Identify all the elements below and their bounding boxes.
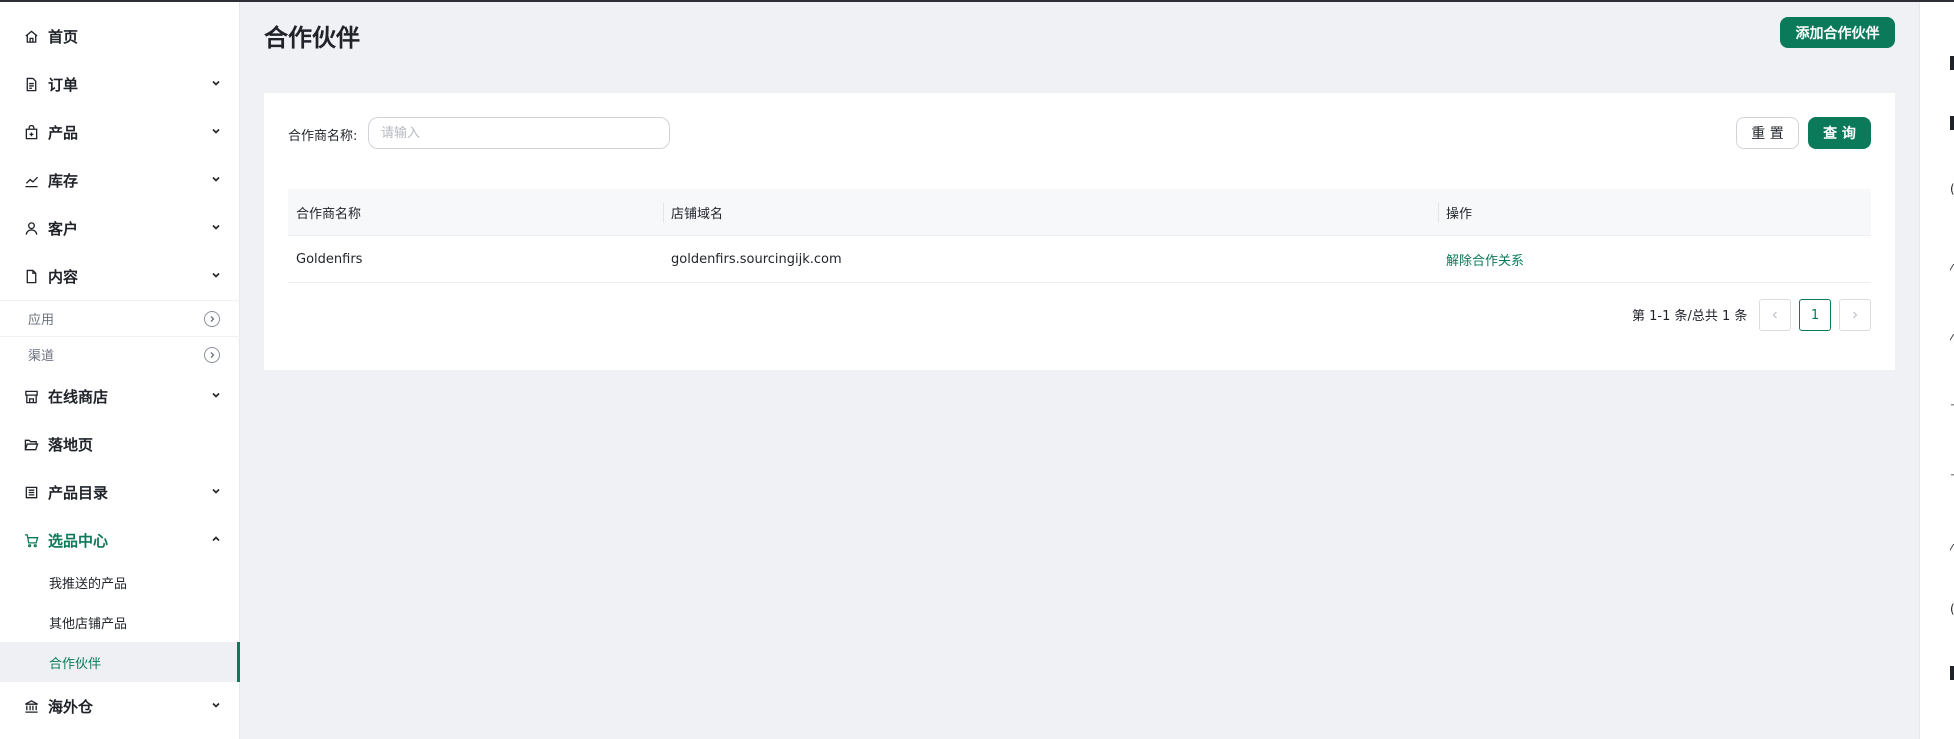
store-icon bbox=[24, 389, 39, 404]
folder-open-icon bbox=[24, 437, 39, 452]
product-bag-icon bbox=[24, 124, 39, 140]
column-header-partner-name: 合作商名称 bbox=[296, 206, 362, 222]
partners-card: 合作商名称: 重 置 查 询 合作商名称 店铺域名 操作 Goldenfirs … bbox=[264, 93, 1895, 370]
document-icon bbox=[24, 77, 39, 92]
panel-edge-icon: ( bbox=[1950, 602, 1954, 616]
column-header-actions: 操作 bbox=[1438, 189, 1871, 235]
reset-button[interactable]: 重 置 bbox=[1736, 117, 1799, 149]
cell-actions: 解除合作关系 bbox=[1438, 236, 1871, 282]
panel-edge-icon: ▌ bbox=[1950, 666, 1954, 680]
list-box-icon bbox=[24, 485, 39, 500]
prev-page-button[interactable] bbox=[1759, 299, 1791, 331]
panel-edge-icon: ⁄ bbox=[1950, 262, 1953, 276]
sidebar-subitem-label: 我推送的产品 bbox=[49, 576, 128, 592]
cell-store-domain: goldenfirs.sourcingijk.com bbox=[671, 251, 842, 267]
sidebar-group-label: 渠道 bbox=[28, 349, 55, 364]
sidebar-item-products[interactable]: 产品 bbox=[0, 112, 240, 152]
sidebar-item-label: 在线商店 bbox=[48, 387, 109, 406]
chevron-down-icon bbox=[212, 224, 220, 230]
sidebar-subitem-label: 合作伙伴 bbox=[49, 656, 102, 672]
chevron-left-icon bbox=[1772, 311, 1777, 319]
sidebar-item-label: 库存 bbox=[48, 171, 79, 190]
sidebar-subitem-label: 其他店铺产品 bbox=[49, 616, 128, 632]
circle-arrow-right-icon[interactable] bbox=[204, 311, 220, 327]
query-button[interactable]: 查 询 bbox=[1808, 117, 1871, 149]
sidebar-item-customers[interactable]: 客户 bbox=[0, 208, 240, 248]
sidebar: 首页 订单 产品 库存 客户 内容 应用 渠道 在线商店 落地页 产品目录 选品… bbox=[0, 2, 240, 739]
sidebar-subitem-pushed-products[interactable]: 我推送的产品 bbox=[0, 562, 240, 602]
sidebar-item-label: 产品目录 bbox=[48, 483, 109, 502]
partner-name-filter-label: 合作商名称: bbox=[288, 129, 358, 144]
chevron-down-icon bbox=[212, 272, 220, 278]
chevron-up-icon bbox=[212, 536, 220, 542]
sidebar-group-label: 应用 bbox=[28, 313, 55, 328]
panel-edge-icon: ⊤ bbox=[1950, 402, 1954, 416]
dissolve-partnership-link[interactable]: 解除合作关系 bbox=[1446, 250, 1524, 269]
sidebar-item-orders[interactable]: 订单 bbox=[0, 64, 240, 104]
sidebar-item-landing-page[interactable]: 落地页 bbox=[0, 424, 240, 464]
trend-line-icon bbox=[24, 173, 39, 188]
sidebar-item-home[interactable]: 首页 bbox=[0, 16, 240, 56]
panel-edge-icon: ⊤ bbox=[1950, 472, 1954, 486]
sidebar-subitem-partners[interactable]: 合作伙伴 bbox=[0, 642, 240, 682]
sidebar-item-overseas-warehouse[interactable]: 海外仓 bbox=[0, 686, 240, 726]
pagination-summary: 第 1-1 条/总共 1 条 bbox=[1632, 309, 1748, 324]
sidebar-item-inventory[interactable]: 库存 bbox=[0, 160, 240, 200]
partner-name-search-input[interactable] bbox=[368, 117, 670, 149]
sidebar-item-product-center[interactable]: 选品中心 bbox=[0, 520, 240, 560]
page-button-current[interactable]: 1 bbox=[1799, 299, 1831, 331]
sidebar-item-label: 落地页 bbox=[48, 435, 94, 454]
column-header-store-domain: 店铺域名 bbox=[663, 189, 1438, 235]
chevron-down-icon bbox=[212, 80, 220, 86]
sidebar-item-label: 订单 bbox=[48, 75, 79, 94]
bank-icon bbox=[24, 699, 39, 714]
panel-edge-icon: ⁄ bbox=[1950, 542, 1953, 556]
table-row: Goldenfirs goldenfirs.sourcingijk.com 解除… bbox=[288, 236, 1871, 283]
sidebar-item-label: 内容 bbox=[48, 267, 79, 286]
chevron-down-icon bbox=[212, 702, 220, 708]
cart-icon bbox=[24, 533, 39, 548]
file-icon bbox=[24, 269, 39, 284]
sidebar-item-content[interactable]: 内容 bbox=[0, 256, 240, 296]
home-icon bbox=[24, 29, 39, 44]
panel-edge-icon: ▌ bbox=[1950, 56, 1954, 70]
sidebar-item-product-catalog[interactable]: 产品目录 bbox=[0, 472, 240, 512]
right-side-panel: ▌ ▌ ( ⁄ ⁄ ⊤ ⊤ ⁄ ( ▌ bbox=[1919, 2, 1954, 739]
sidebar-item-label: 首页 bbox=[48, 27, 79, 46]
panel-edge-icon: ⁄ bbox=[1950, 332, 1953, 346]
sidebar-item-label: 海外仓 bbox=[48, 697, 94, 716]
user-icon bbox=[24, 221, 39, 236]
panel-edge-icon: ( bbox=[1950, 182, 1954, 196]
sidebar-subitem-other-store-products[interactable]: 其他店铺产品 bbox=[0, 602, 240, 642]
chevron-down-icon bbox=[212, 488, 220, 494]
sidebar-item-online-store[interactable]: 在线商店 bbox=[0, 376, 240, 416]
sidebar-item-label: 选品中心 bbox=[48, 531, 109, 550]
chevron-down-icon bbox=[212, 392, 220, 398]
circle-arrow-right-icon[interactable] bbox=[204, 347, 220, 363]
panel-edge-icon: ▌ bbox=[1950, 116, 1954, 130]
sidebar-group-channels[interactable]: 渠道 bbox=[0, 336, 240, 372]
chevron-down-icon bbox=[212, 176, 220, 182]
chevron-right-icon bbox=[1853, 311, 1858, 319]
sidebar-item-label: 产品 bbox=[48, 123, 79, 142]
sidebar-group-apps[interactable]: 应用 bbox=[0, 300, 240, 336]
table-header: 合作商名称 店铺域名 操作 bbox=[288, 189, 1871, 236]
partners-table: 合作商名称 店铺域名 操作 Goldenfirs goldenfirs.sour… bbox=[288, 189, 1871, 283]
add-partner-button[interactable]: 添加合作伙伴 bbox=[1780, 17, 1895, 48]
chevron-down-icon bbox=[212, 128, 220, 134]
window-top-border bbox=[0, 0, 1954, 2]
sidebar-item-label: 客户 bbox=[48, 219, 79, 238]
next-page-button[interactable] bbox=[1839, 299, 1871, 331]
cell-partner-name: Goldenfirs bbox=[296, 251, 363, 267]
page-title: 合作伙伴 bbox=[264, 24, 360, 52]
